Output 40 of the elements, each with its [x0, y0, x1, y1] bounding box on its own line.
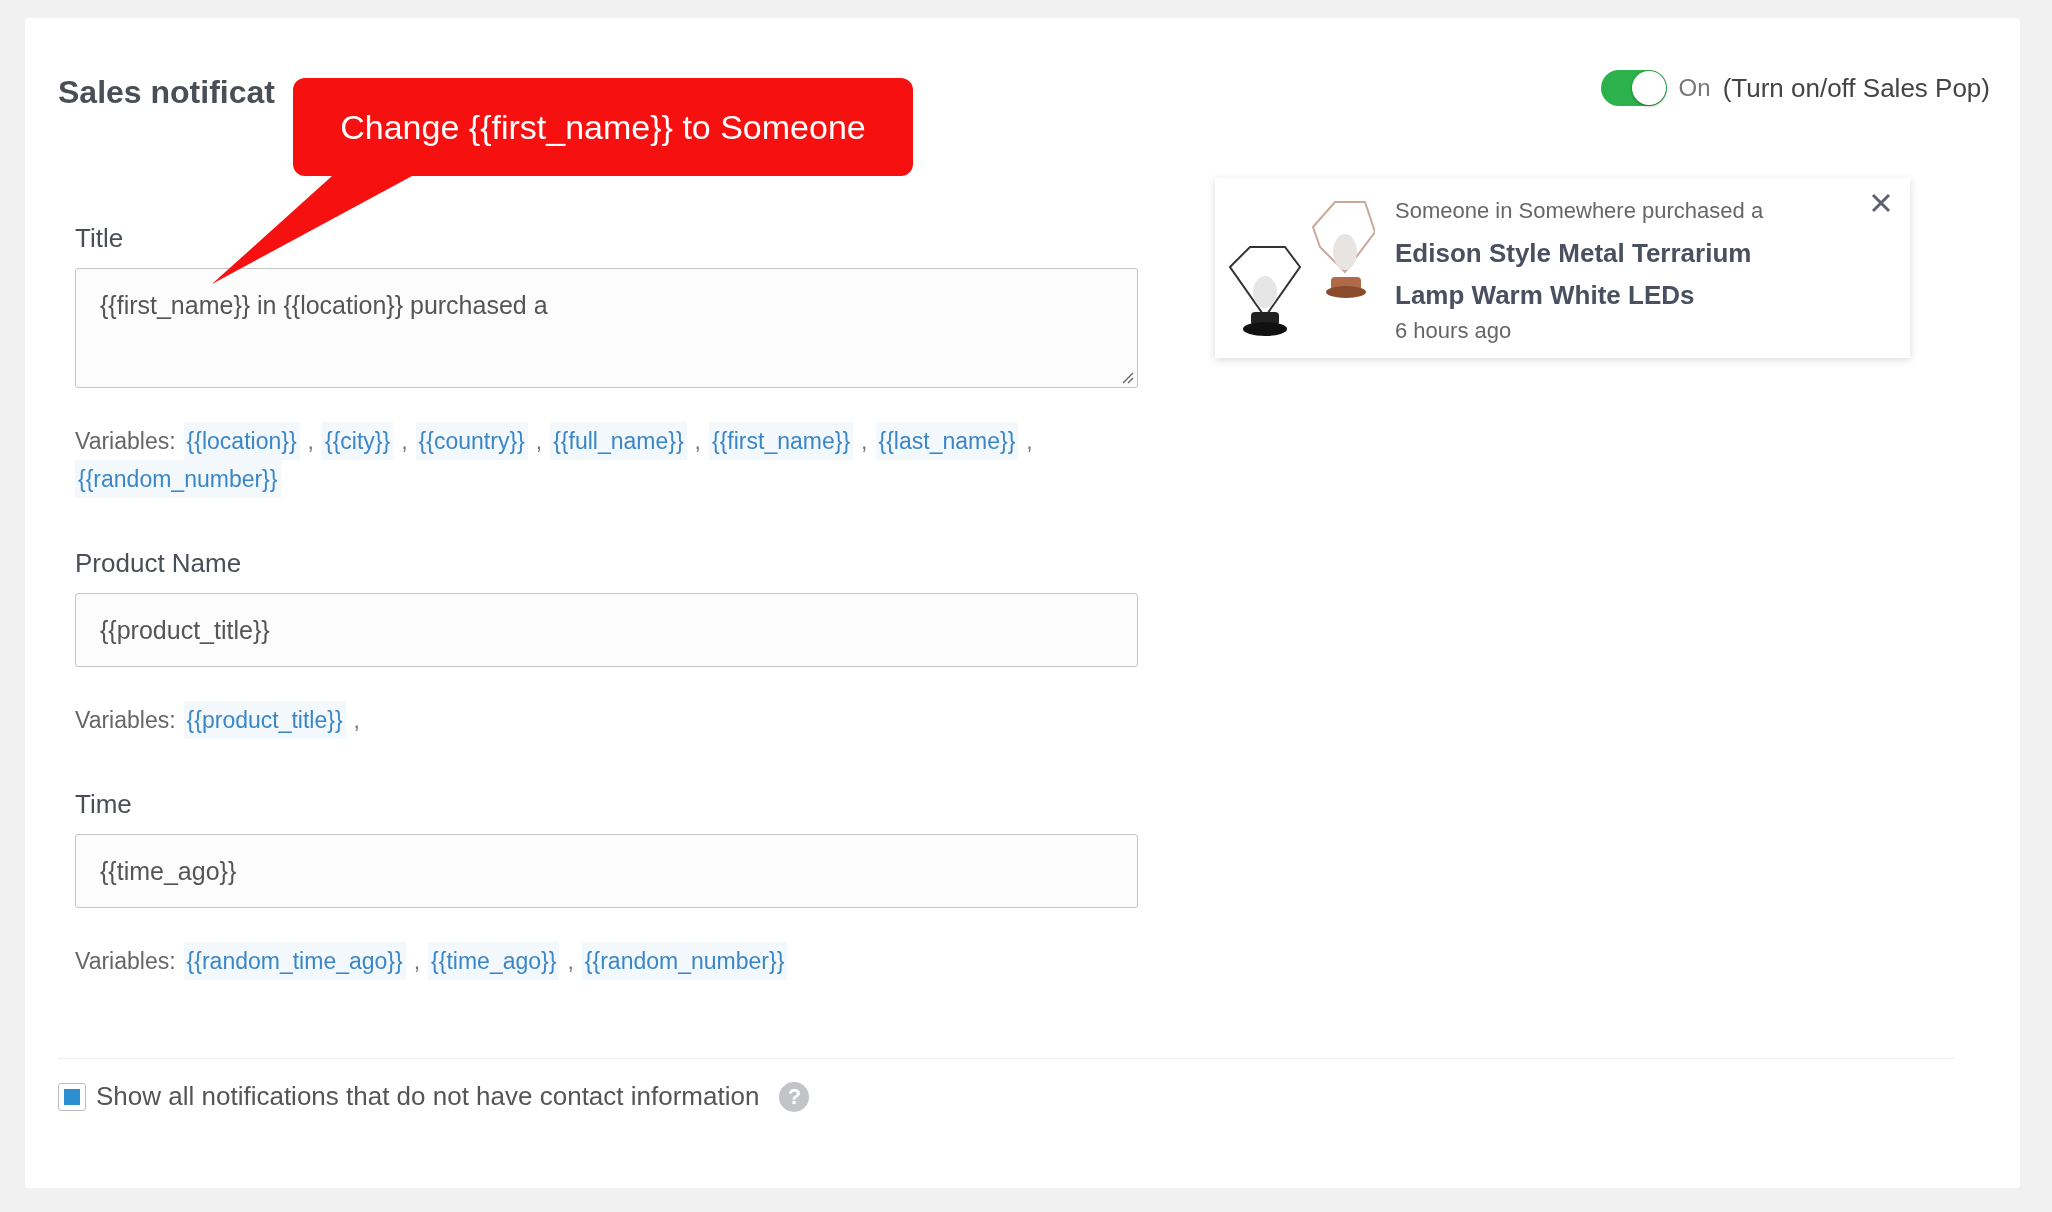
- separator: ,: [1026, 427, 1033, 456]
- variable-tag[interactable]: {{country}}: [415, 422, 528, 460]
- variable-tag[interactable]: {{random_time_ago}}: [183, 942, 406, 980]
- text-field[interactable]: {{time_ago}}: [75, 834, 1138, 908]
- separator: ,: [694, 427, 701, 456]
- variable-tag[interactable]: {{first_name}}: [709, 422, 854, 460]
- field-label: Title: [75, 223, 125, 254]
- separator: ,: [535, 427, 543, 456]
- toggle-state: On: [1678, 74, 1711, 102]
- separator: ,: [413, 947, 421, 976]
- variables-label: Variables:: [75, 947, 176, 976]
- text-field[interactable]: {{product_title}}: [75, 593, 1138, 667]
- variable-tag[interactable]: {{location}}: [183, 422, 300, 460]
- variable-tag[interactable]: {{time_ago}}: [428, 942, 560, 980]
- separator: ,: [567, 947, 574, 976]
- separator: ,: [861, 427, 868, 456]
- variable-tag[interactable]: {{product_title}}: [183, 701, 346, 739]
- checkbox[interactable]: [58, 1082, 86, 1111]
- field-label: Time: [75, 789, 133, 820]
- variable-tag[interactable]: {{last_name}}: [875, 422, 1019, 460]
- checkbox-label: Show all notifications that do not have contact information: [96, 1081, 760, 1112]
- title-field[interactable]: {{first_name}} in {{location}} purchased a: [75, 268, 1138, 388]
- variable-tag[interactable]: {{random_number}}: [75, 460, 281, 498]
- notification-message: Someone in Somewhere purchased a: [1395, 198, 1765, 224]
- separator: ,: [401, 427, 408, 456]
- variables-label: Variables:: [75, 427, 176, 456]
- variable-tag[interactable]: {{full_name}}: [550, 422, 687, 460]
- product-name: Edison Style Metal Terrarium Lamp Warm White LEDs: [1395, 237, 1753, 312]
- section-heading: Sales notificat: [58, 74, 276, 111]
- close-icon[interactable]: [1870, 192, 1892, 214]
- separator: ,: [353, 706, 360, 735]
- toggle-switch[interactable]: [1600, 70, 1667, 106]
- variable-tag[interactable]: {{city}}: [322, 422, 394, 460]
- toggle-description: (Turn on/off Sales Pop): [1722, 72, 1990, 104]
- variables-label: Variables:: [75, 706, 176, 735]
- resize-grip-icon[interactable]: [1120, 370, 1134, 384]
- notification-time: 6 hours ago: [1395, 318, 1513, 344]
- field-label: Product Name: [75, 548, 243, 579]
- variable-tag[interactable]: {{random_number}}: [581, 942, 788, 980]
- separator: ,: [307, 427, 314, 456]
